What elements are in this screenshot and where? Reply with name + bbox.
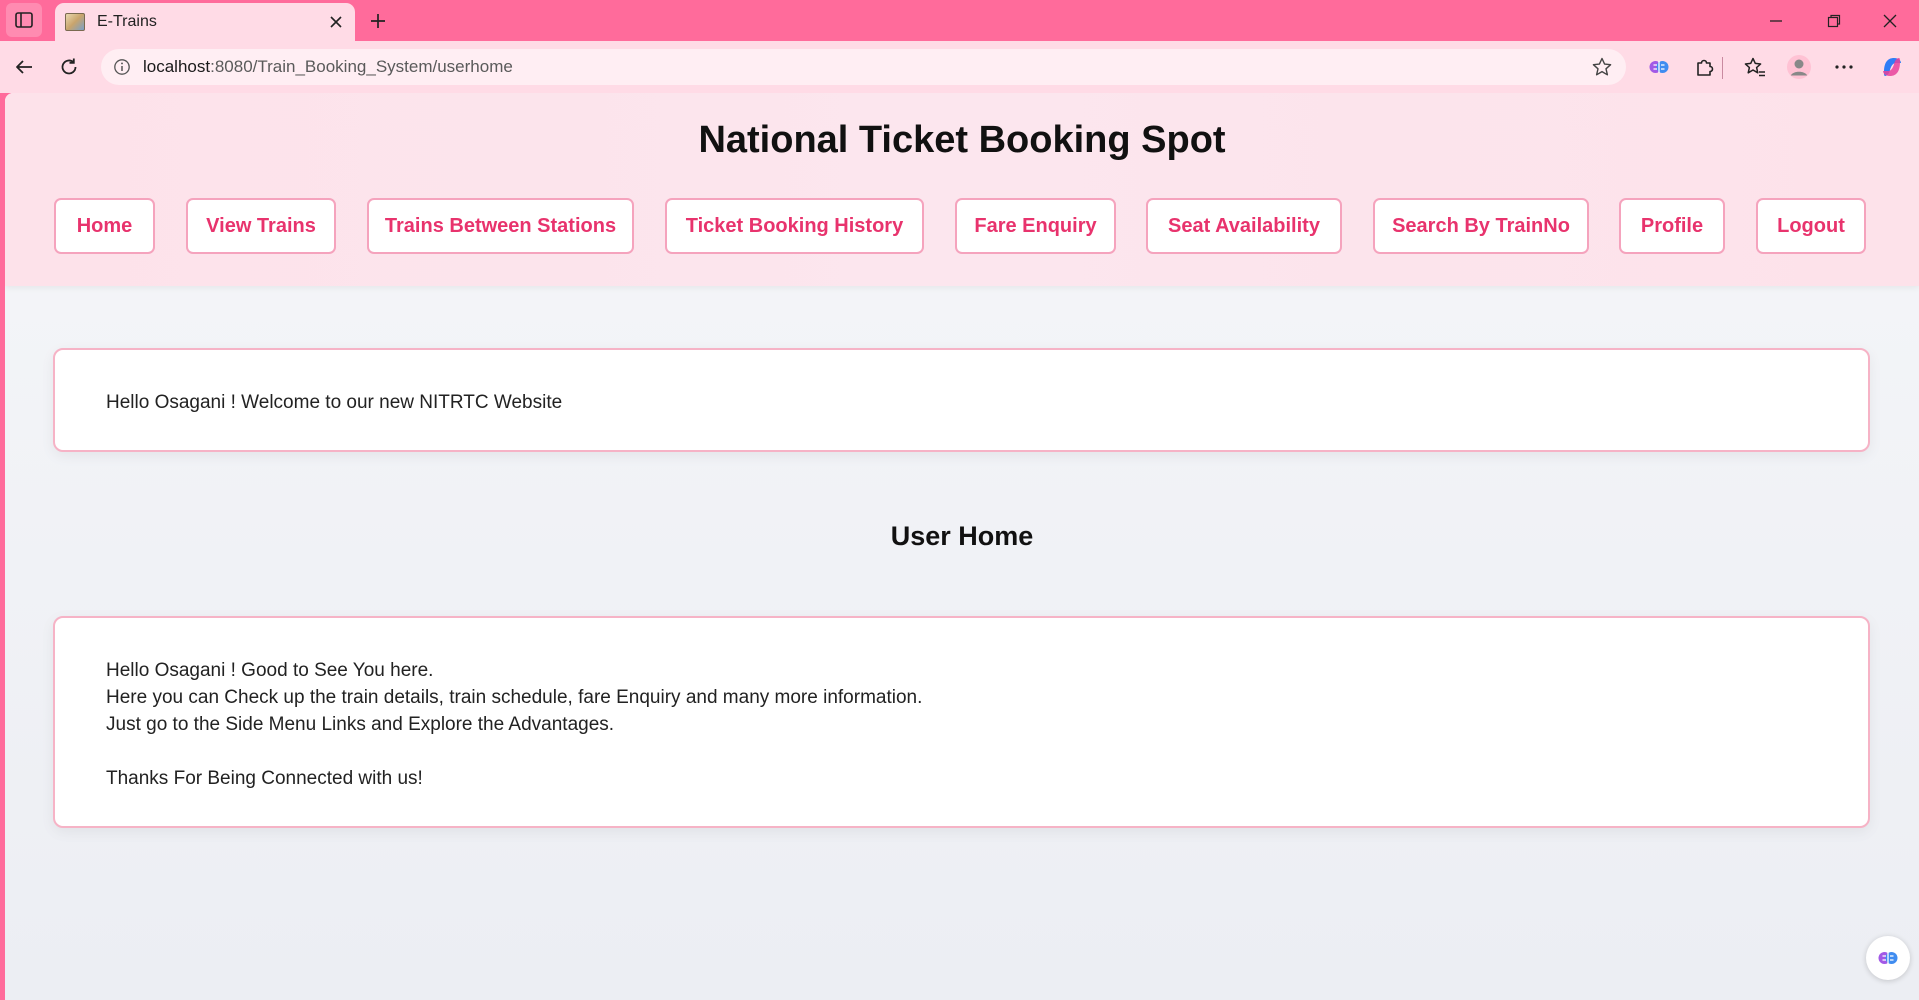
- minimize-button[interactable]: [1747, 0, 1805, 41]
- back-button[interactable]: [6, 50, 42, 84]
- browser-toolbar: localhost:8080/Train_Booking_System/user…: [0, 41, 1919, 93]
- puzzle-icon: [1697, 59, 1714, 76]
- favorite-button[interactable]: [1586, 51, 1618, 83]
- sidebar-icon: [15, 12, 33, 28]
- page-heading: User Home: [890, 521, 1034, 551]
- info-line: Just go to the Side Menu Links and Explo…: [106, 714, 615, 735]
- refresh-button[interactable]: [51, 50, 87, 84]
- plus-icon: [371, 14, 385, 28]
- favorites-icon: [1744, 57, 1765, 77]
- url-host: localhost: [143, 57, 211, 76]
- new-tab-button[interactable]: [362, 5, 394, 37]
- info-line: Thanks For Being Connected with us!: [106, 768, 423, 789]
- url-path: :8080/Train_Booking_System/userhome: [210, 57, 513, 76]
- welcome-card: Hello Osagani ! Welcome to our new NITRT…: [53, 348, 1870, 452]
- tab-close-button[interactable]: [323, 9, 349, 35]
- back-arrow-icon: [16, 60, 32, 74]
- menu-view-trains-button[interactable]: View Trains: [186, 198, 336, 254]
- train-favicon-icon: [65, 13, 85, 31]
- tab-title: E-Trains: [97, 13, 157, 30]
- more-menu-button[interactable]: [1826, 50, 1862, 84]
- window-close-icon: [1883, 14, 1897, 27]
- window-close-button[interactable]: [1861, 0, 1919, 41]
- menu-fare-enquiry-button[interactable]: Fare Enquiry: [955, 198, 1116, 254]
- site-title: National Ticket Booking Spot: [698, 119, 1226, 161]
- toolbar-divider: [1722, 57, 1723, 79]
- copilot-button[interactable]: [1874, 50, 1910, 84]
- menu-profile-button[interactable]: Profile: [1619, 198, 1725, 254]
- profile-button[interactable]: [1781, 50, 1817, 84]
- address-url[interactable]: localhost:8080/Train_Booking_System/user…: [143, 57, 1586, 77]
- floating-copilot-button[interactable]: [1866, 936, 1910, 980]
- menu-home-button[interactable]: Home: [54, 198, 155, 254]
- extensions-button[interactable]: [1686, 50, 1722, 84]
- restore-icon: [1827, 14, 1841, 27]
- menu-logout-button[interactable]: Logout: [1756, 198, 1866, 254]
- welcome-message: Hello Osagani ! Welcome to our new NITRT…: [106, 392, 563, 413]
- info-card: Hello Osagani ! Good to See You here. He…: [53, 616, 1870, 828]
- page-viewport: National Ticket Booking Spot Home View T…: [5, 93, 1919, 1000]
- menu-seat-availability-button[interactable]: Seat Availability: [1146, 198, 1342, 254]
- info-line: Hello Osagani ! Good to See You here.: [106, 660, 434, 681]
- profile-icon: [1787, 55, 1811, 79]
- info-icon: [114, 59, 130, 75]
- copilot-extension-button[interactable]: [1641, 50, 1677, 84]
- brain-icon: [1649, 61, 1669, 73]
- ellipsis-icon: [1835, 65, 1853, 69]
- star-icon: [1592, 57, 1612, 76]
- info-text: Hello Osagani ! Good to See You here. He…: [106, 657, 922, 792]
- menu-trains-between-stations-button[interactable]: Trains Between Stations: [367, 198, 634, 254]
- address-bar[interactable]: localhost:8080/Train_Booking_System/user…: [101, 49, 1626, 85]
- menu-ticket-booking-history-button[interactable]: Ticket Booking History: [665, 198, 924, 254]
- favorites-button[interactable]: [1737, 50, 1773, 84]
- restore-button[interactable]: [1805, 0, 1863, 41]
- close-icon: [330, 16, 342, 28]
- menu-search-by-trainno-button[interactable]: Search By TrainNo: [1373, 198, 1589, 254]
- minimize-icon: [1770, 19, 1782, 22]
- main-menu: Home View Trains Trains Between Stations…: [5, 198, 1919, 254]
- brain-icon: [1878, 952, 1898, 964]
- browser-tab[interactable]: E-Trains: [55, 3, 355, 41]
- sidebar-toggle-button[interactable]: [6, 3, 42, 37]
- copilot-icon: [1883, 58, 1901, 76]
- info-line: Here you can Check up the train details,…: [106, 687, 923, 708]
- site-info-button[interactable]: [111, 56, 133, 78]
- site-header: National Ticket Booking Spot Home View T…: [5, 93, 1919, 286]
- refresh-icon: [61, 58, 77, 75]
- browser-title-bar: E-Trains: [0, 0, 1919, 41]
